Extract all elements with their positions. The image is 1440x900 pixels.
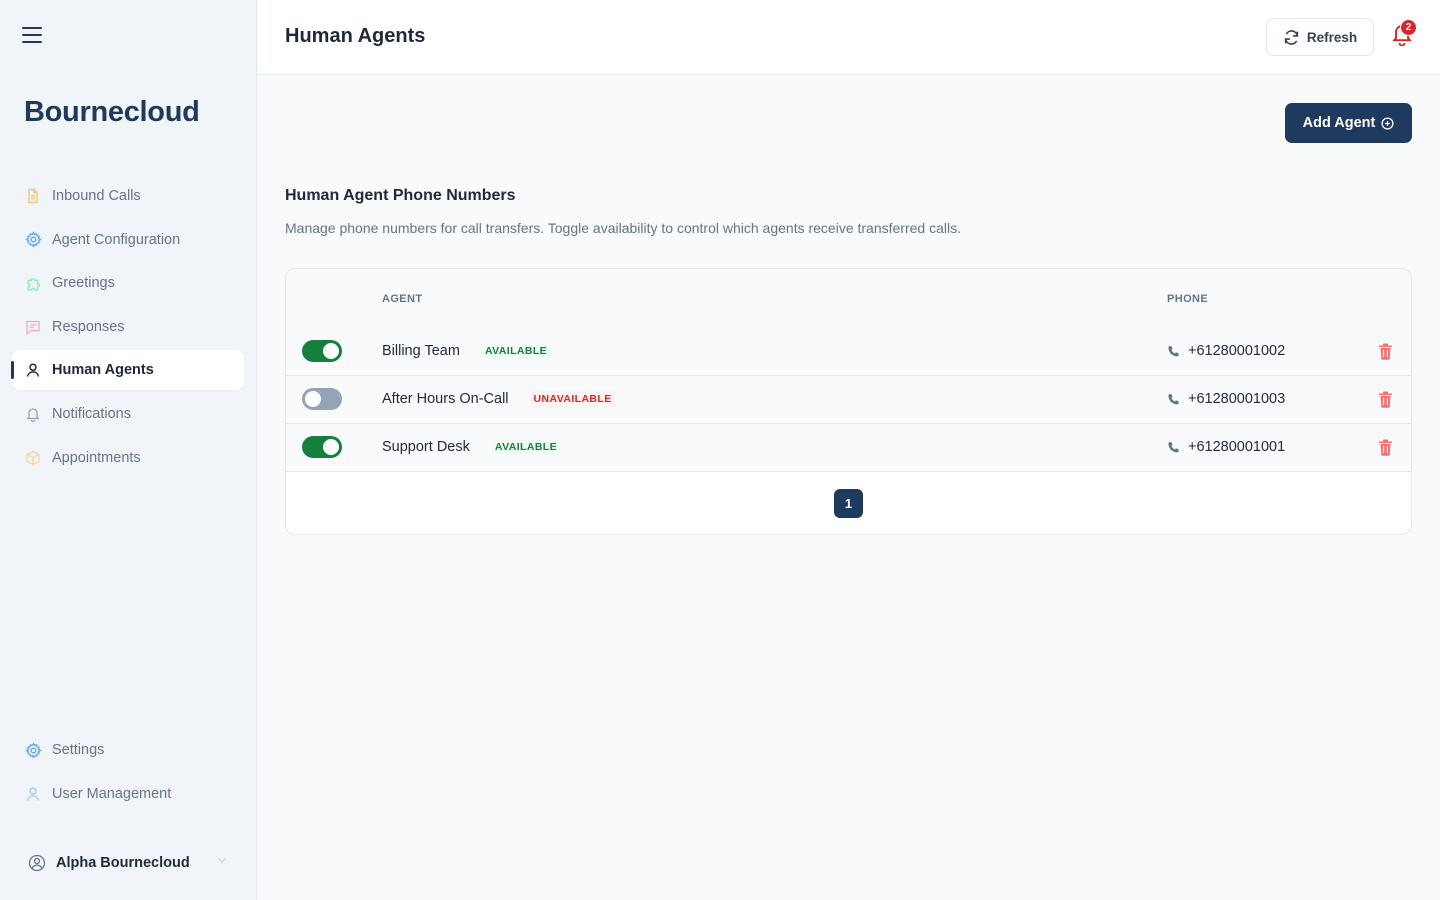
cube-icon (24, 449, 42, 467)
user-icon (24, 785, 42, 803)
sidebar-item-responses[interactable]: Responses (12, 307, 244, 347)
sidebar-item-appointments[interactable]: Appointments (12, 438, 244, 478)
table-row: Support Desk AVAILABLE +61280001001 (286, 424, 1411, 472)
column-header-agent: AGENT (382, 293, 423, 305)
table-header: AGENT PHONE (286, 269, 1411, 329)
top-bar: Human Agents Refresh 2 (257, 0, 1440, 75)
refresh-label: Refresh (1306, 29, 1358, 45)
notification-count-badge: 2 (1400, 19, 1417, 36)
sidebar-item-label: Greetings (52, 275, 115, 292)
agent-name: Billing Team (382, 343, 460, 359)
delete-icon[interactable] (1378, 343, 1394, 361)
sidebar: Bournecloud Inbound Calls Agent Configur… (0, 0, 257, 900)
sidebar-item-label: User Management (52, 785, 172, 802)
user-icon (24, 361, 42, 379)
sidebar-item-notifications[interactable]: Notifications (12, 394, 244, 434)
menu-icon[interactable] (22, 27, 42, 45)
sidebar-item-label: Responses (52, 318, 125, 335)
sidebar-item-human-agents[interactable]: Human Agents (11, 350, 244, 391)
agents-table: AGENT PHONE Billing Team AVAILABLE +6128… (285, 268, 1412, 535)
puzzle-icon (24, 274, 42, 292)
gear-icon (24, 231, 42, 249)
pagination-page-1[interactable]: 1 (834, 489, 863, 518)
sidebar-bottom-nav: Settings User Management (12, 730, 244, 817)
brand-logo: Bournecloud (24, 96, 200, 128)
sidebar-item-user-management[interactable]: User Management (12, 774, 244, 814)
sidebar-item-label: Inbound Calls (52, 188, 141, 204)
gear-icon (24, 741, 42, 759)
delete-icon[interactable] (1378, 391, 1394, 409)
page-title: Human Agents (285, 25, 426, 47)
phone-icon (1168, 441, 1179, 452)
sidebar-item-agent-configuration[interactable]: Agent Configuration (12, 220, 244, 260)
status-badge: AVAILABLE (481, 343, 551, 359)
document-icon (24, 187, 42, 205)
plus-circle-icon (1381, 116, 1394, 130)
section-title: Human Agent Phone Numbers (285, 187, 516, 204)
bell-icon (24, 405, 42, 423)
add-agent-label: Add Agent (1302, 115, 1376, 131)
table-row: Billing Team AVAILABLE +61280001002 (286, 328, 1411, 376)
agent-name: Support Desk (382, 439, 470, 455)
chevron-down-icon (216, 854, 228, 870)
sidebar-item-label: Notifications (52, 405, 131, 422)
user-name: Alpha Bournecloud (56, 855, 190, 871)
refresh-icon (1284, 29, 1298, 45)
status-badge: UNAVAILABLE (530, 391, 615, 407)
sidebar-item-settings[interactable]: Settings (12, 730, 244, 770)
sidebar-item-greetings[interactable]: Greetings (12, 263, 244, 303)
chat-icon (24, 318, 42, 336)
sidebar-item-label: Appointments (52, 449, 141, 466)
sidebar-nav: Inbound Calls Agent Configuration Greeti… (11, 176, 244, 481)
sidebar-item-inbound-calls[interactable]: Inbound Calls (12, 176, 244, 216)
table-row: After Hours On-Call UNAVAILABLE +6128000… (286, 376, 1411, 424)
availability-toggle[interactable] (302, 340, 342, 362)
section-description: Manage phone numbers for call transfers.… (285, 220, 961, 236)
avatar-icon (28, 854, 46, 872)
availability-toggle[interactable] (302, 388, 342, 410)
phone-icon (1168, 345, 1179, 356)
agent-name: After Hours On-Call (382, 391, 509, 407)
availability-toggle[interactable] (302, 436, 342, 458)
sidebar-item-label: Settings (52, 742, 105, 758)
add-agent-button[interactable]: Add Agent (1285, 103, 1412, 143)
column-header-phone: PHONE (1167, 293, 1209, 305)
phone-number: +61280001003 (1188, 391, 1286, 407)
phone-number: +61280001001 (1188, 439, 1286, 455)
sidebar-item-label: Human Agents (52, 362, 154, 379)
sidebar-item-label: Agent Configuration (52, 231, 181, 248)
phone-icon (1168, 393, 1179, 404)
delete-icon[interactable] (1378, 439, 1394, 457)
user-menu[interactable]: Alpha Bournecloud (28, 850, 228, 876)
refresh-button[interactable]: Refresh (1266, 18, 1374, 56)
status-badge: AVAILABLE (491, 439, 561, 455)
phone-number: +61280001002 (1188, 343, 1286, 359)
